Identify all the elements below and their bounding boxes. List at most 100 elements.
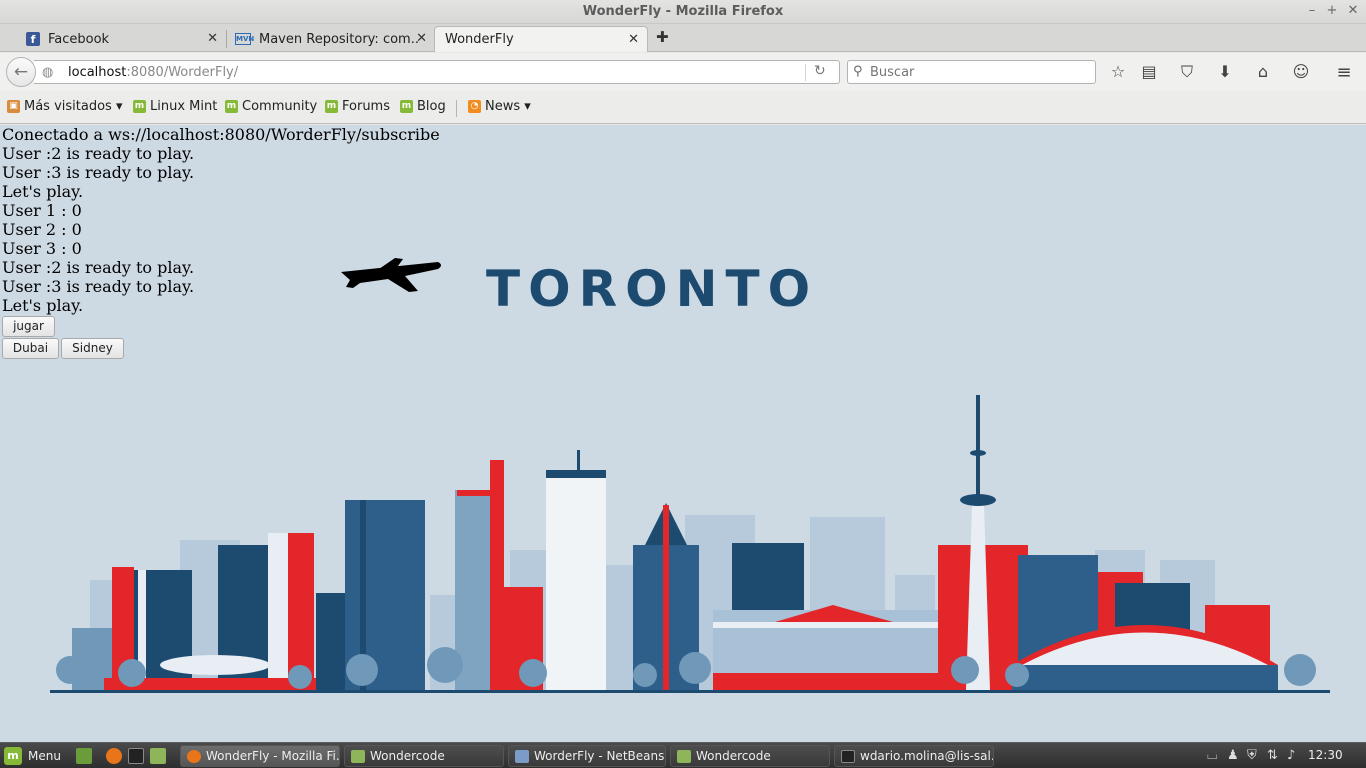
most-visited-icon: ▣ — [7, 100, 20, 113]
back-button[interactable]: ← — [6, 57, 36, 87]
search-box[interactable]: ⚲ — [847, 60, 1096, 84]
folder-icon — [351, 749, 365, 763]
tab-strip: f Facebook ✕ MVN Maven Repository: com..… — [0, 24, 1366, 52]
bookmark-star-icon[interactable]: ☆ — [1107, 62, 1129, 81]
globe-icon: ◍ — [42, 65, 54, 80]
bookmark-label: Blog — [417, 99, 446, 114]
screen: { "window": { "title": "WonderFly - Mozi… — [0, 0, 1366, 768]
bookmarks-toolbar: ▣ Más visitados ▾ m Linux Mint m Community … — [0, 91, 1366, 124]
bookmark-most-visited[interactable]: ▣ Más visitados ▾ — [7, 99, 122, 114]
log-line: User :2 is ready to play. — [2, 144, 195, 163]
netbeans-icon — [515, 749, 529, 763]
url-divider — [805, 64, 806, 81]
mint-icon: m — [325, 100, 338, 113]
maven-icon: MVN — [235, 33, 255, 45]
tab-facebook[interactable]: f Facebook ✕ — [20, 26, 226, 52]
back-arrow-icon: ← — [13, 62, 29, 82]
terminal-icon — [841, 749, 855, 763]
start-menu-button[interactable]: m Menu — [4, 747, 61, 765]
task-netbeans[interactable]: WorderFly - NetBeans... — [508, 745, 666, 767]
task-wondercode-1[interactable]: Wondercode — [344, 745, 504, 767]
bookmark-community[interactable]: m Community — [225, 99, 317, 114]
bookmarks-menu-icon[interactable]: ▤ — [1138, 62, 1160, 81]
new-tab-button[interactable]: ✚ — [656, 28, 669, 46]
maximize-button[interactable]: + — [1324, 3, 1340, 18]
bookmark-label: Forums — [342, 99, 390, 114]
task-firefox[interactable]: WonderFly - Mozilla Fi... — [180, 745, 340, 767]
window-title: WonderFly - Mozilla Firefox — [582, 4, 784, 19]
bookmark-news[interactable]: ◔ News ▾ — [468, 99, 531, 114]
update-tray-icon[interactable]: ⛨ — [1247, 748, 1257, 763]
firefox-launcher-icon[interactable] — [106, 748, 122, 764]
log-line: User :2 is ready to play. — [2, 258, 195, 277]
navigation-toolbar: ◍ localhost:8080/WorderFly/ ↻ ← ⚲ ☆ ▤ ⛉ … — [0, 53, 1366, 91]
show-desktop-icon[interactable] — [76, 748, 92, 764]
bookmark-forums[interactable]: m Forums — [325, 99, 390, 114]
tab-divider — [226, 30, 227, 48]
bookmark-label: Linux Mint — [150, 99, 218, 114]
files-launcher-icon[interactable] — [150, 748, 166, 764]
city-title: TORONTO — [486, 260, 818, 318]
url-text[interactable]: localhost:8080/WorderFly/ — [68, 65, 238, 80]
network-tray-icon[interactable]: ⇅ — [1267, 748, 1278, 763]
url-path: :8080/WorderFly/ — [126, 65, 239, 80]
tab-label: Facebook — [48, 31, 110, 47]
rss-icon: ◔ — [468, 100, 481, 113]
log-line: User :3 is ready to play. — [2, 277, 195, 296]
keyboard-tray-icon[interactable]: ⌴ — [1207, 748, 1217, 763]
close-tab-icon[interactable]: ✕ — [628, 32, 639, 47]
log-line: Let's play. — [2, 296, 84, 315]
tab-maven[interactable]: MVN Maven Repository: com... ✕ — [229, 26, 435, 52]
bookmark-blog[interactable]: m Blog — [400, 99, 446, 114]
download-icon[interactable]: ⬇ — [1214, 62, 1236, 81]
task-label: WonderFly - Mozilla Fi... — [206, 749, 340, 763]
task-label: Wondercode — [696, 749, 771, 763]
home-icon[interactable]: ⌂ — [1252, 62, 1274, 81]
mint-icon: m — [133, 100, 146, 113]
task-label: Wondercode — [370, 749, 445, 763]
mint-icon: m — [225, 100, 238, 113]
pocket-icon[interactable]: ⛉ — [1176, 62, 1198, 82]
volume-tray-icon[interactable]: ♪ — [1287, 748, 1295, 763]
clock[interactable]: 12:30 — [1308, 748, 1343, 762]
toronto-wordmark: TORONTO — [486, 260, 818, 318]
terminal-launcher-icon[interactable] — [128, 748, 144, 764]
chat-icon[interactable]: ☺ — [1290, 62, 1312, 81]
websocket-log: Conectado a ws://localhost:8080/WorderFl… — [2, 125, 440, 315]
hamburger-menu-icon[interactable]: ≡ — [1333, 62, 1355, 83]
play-button[interactable]: jugar — [2, 316, 55, 337]
bookmark-label: News ▾ — [485, 99, 531, 114]
url-bar[interactable]: ◍ localhost:8080/WorderFly/ ↻ — [34, 60, 840, 84]
tab-wonderfly[interactable]: WonderFly ✕ — [434, 26, 648, 52]
firefox-icon — [187, 749, 201, 763]
log-line: User 3 : 0 — [2, 239, 82, 258]
bookmark-separator — [456, 100, 457, 117]
window-titlebar: WonderFly - Mozilla Firefox – + ✕ — [0, 0, 1366, 24]
mint-logo-icon: m — [4, 747, 22, 765]
reload-icon[interactable]: ↻ — [814, 63, 826, 79]
page-content: TORONTO Conectado a ws://localhost:8080/… — [0, 125, 1366, 742]
url-host: localhost — [68, 65, 127, 80]
task-label: wdario.molina@lis-sal... — [860, 749, 994, 763]
tab-label: Maven Repository: com... — [259, 31, 419, 47]
bookmark-label: Más visitados ▾ — [24, 99, 123, 114]
folder-icon — [677, 749, 691, 763]
log-line: Let's play. — [2, 182, 84, 201]
user-tray-icon[interactable]: ♟ — [1227, 748, 1239, 763]
sidney-button[interactable]: Sidney — [61, 338, 124, 359]
dubai-button[interactable]: Dubai — [2, 338, 59, 359]
bookmark-label: Community — [242, 99, 318, 114]
heritage-building — [713, 605, 953, 690]
menu-label: Menu — [28, 749, 61, 763]
bookmark-linux-mint[interactable]: m Linux Mint — [133, 99, 217, 114]
minimize-button[interactable]: – — [1304, 3, 1320, 18]
search-input[interactable] — [870, 63, 1090, 81]
close-tab-icon[interactable]: ✕ — [207, 31, 218, 46]
close-window-button[interactable]: ✕ — [1345, 3, 1361, 18]
taskbar: m Menu WonderFly - Mozilla Fi... Wonderc… — [0, 742, 1366, 768]
task-wondercode-2[interactable]: Wondercode — [670, 745, 830, 767]
search-icon: ⚲ — [853, 64, 863, 79]
task-terminal[interactable]: wdario.molina@lis-sal... — [834, 745, 994, 767]
close-tab-icon[interactable]: ✕ — [416, 31, 427, 46]
mint-icon: m — [400, 100, 413, 113]
